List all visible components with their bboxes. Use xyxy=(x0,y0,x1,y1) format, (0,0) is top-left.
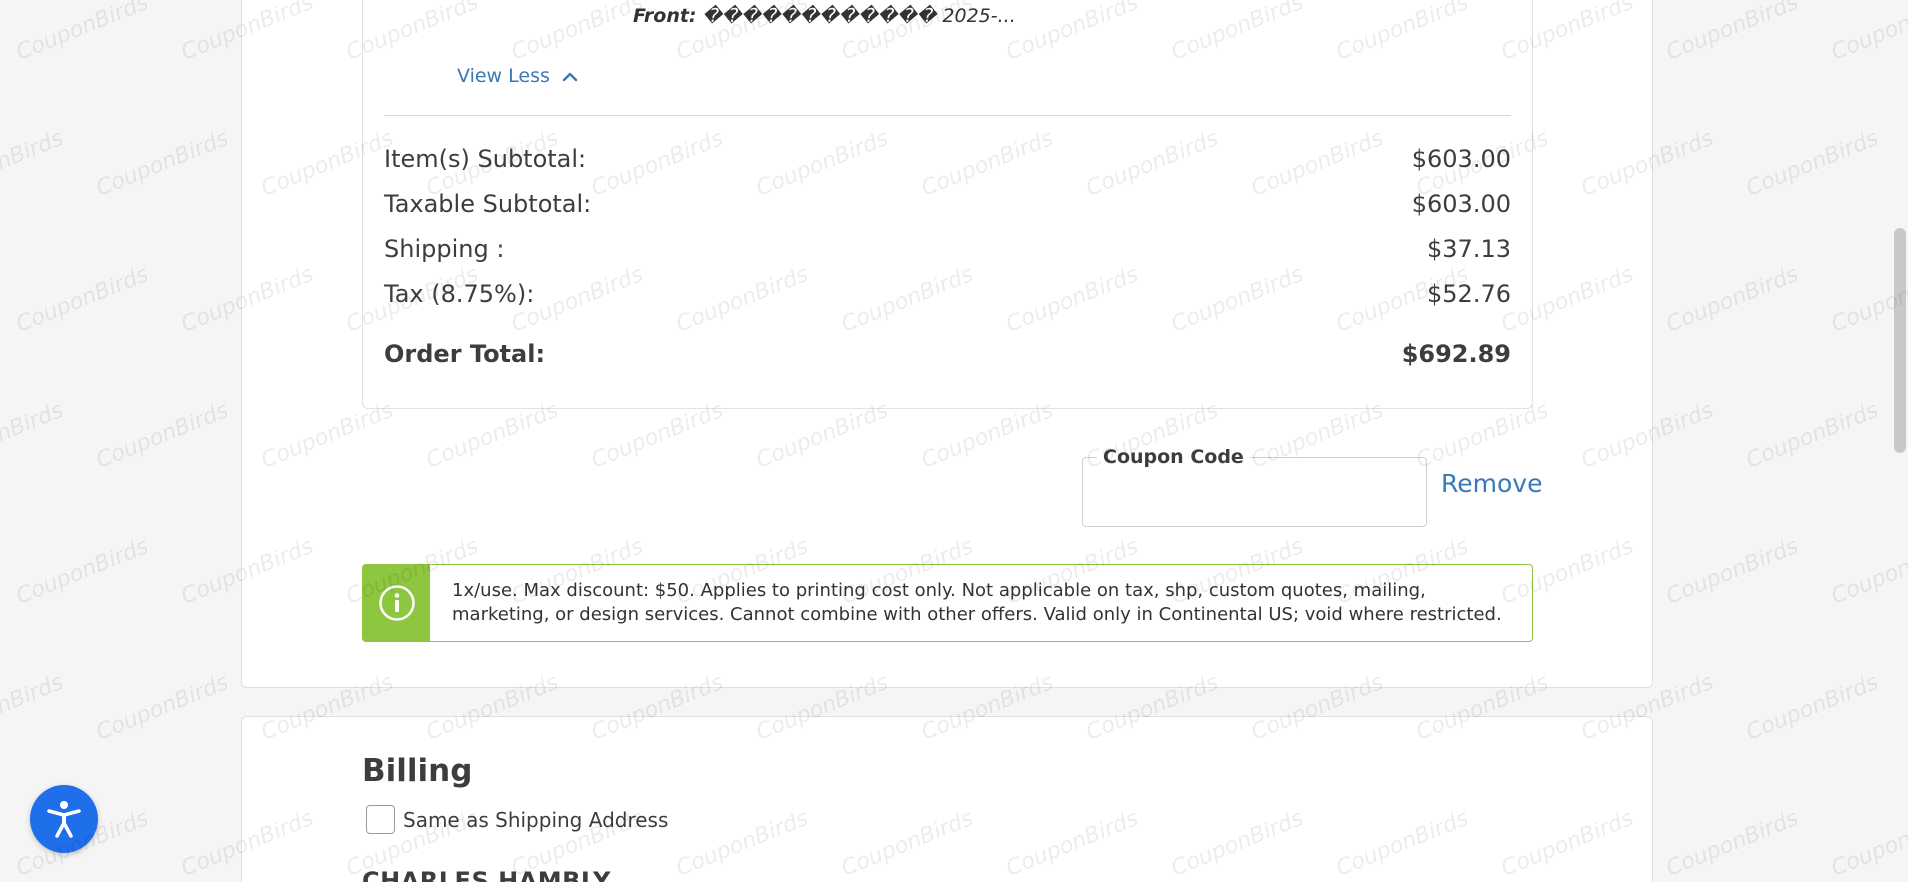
row-value: $603.00 xyxy=(1411,190,1511,218)
summary-row-tax: Tax (8.75%): $52.76 xyxy=(384,280,1511,308)
watermark-text: CouponBirds xyxy=(93,126,232,202)
watermark-text: CouponBirds xyxy=(93,398,232,474)
order-summary-box: Front: ������������ 2025-... View Less I… xyxy=(362,0,1533,409)
row-value: $52.76 xyxy=(1427,280,1511,308)
notice-icon-panel xyxy=(363,565,430,641)
watermark-text: CouponBirds xyxy=(1663,806,1802,882)
front-value: ������������ 2025-... xyxy=(702,5,1016,27)
checkout-page: Front: ������������ 2025-... View Less I… xyxy=(0,0,1908,882)
accessibility-button[interactable] xyxy=(30,785,98,853)
summary-row-items-subtotal: Item(s) Subtotal: $603.00 xyxy=(384,145,1511,173)
watermark-text: CouponBirds xyxy=(1663,534,1802,610)
summary-row-shipping: Shipping : $37.13 xyxy=(384,235,1511,263)
summary-divider xyxy=(384,115,1511,116)
same-as-shipping-checkbox[interactable] xyxy=(366,805,395,834)
coupon-code-label: Coupon Code xyxy=(1097,446,1250,468)
front-label: Front: xyxy=(633,5,697,27)
same-as-shipping-option[interactable]: Same as Shipping Address xyxy=(366,805,668,834)
order-total-value: $692.89 xyxy=(1401,340,1511,368)
row-label: Tax (8.75%): xyxy=(384,280,535,308)
watermark-text: CouponBirds xyxy=(0,398,67,474)
watermark-text: CouponBirds xyxy=(1743,126,1882,202)
watermark-text: CouponBirds xyxy=(0,126,67,202)
row-label: Taxable Subtotal: xyxy=(384,190,592,218)
watermark-text: CouponBirds xyxy=(13,534,152,610)
watermark-text: CouponBirds xyxy=(13,0,152,66)
row-value: $603.00 xyxy=(1411,145,1511,173)
summary-row-order-total: Order Total: $692.89 xyxy=(384,340,1511,368)
watermark-text: CouponBirds xyxy=(1743,398,1882,474)
watermark-text: CouponBirds xyxy=(13,262,152,338)
view-less-link[interactable]: View Less xyxy=(457,65,578,87)
coupon-code-field: Coupon Code xyxy=(1082,446,1427,527)
summary-row-taxable-subtotal: Taxable Subtotal: $603.00 xyxy=(384,190,1511,218)
row-value: $37.13 xyxy=(1427,235,1511,263)
notice-text: 1x/use. Max discount: $50. Applies to pr… xyxy=(452,580,1502,625)
watermark-text: CouponBirds xyxy=(1663,0,1802,66)
same-as-shipping-label: Same as Shipping Address xyxy=(403,807,669,832)
scrollbar-thumb[interactable] xyxy=(1894,228,1906,453)
page-scrollbar[interactable] xyxy=(1892,0,1908,882)
order-total-label: Order Total: xyxy=(384,340,546,368)
watermark-text: CouponBirds xyxy=(1743,670,1882,746)
remove-coupon-link[interactable]: Remove xyxy=(1441,469,1542,498)
coupon-notice: 1x/use. Max discount: $50. Applies to pr… xyxy=(362,564,1533,642)
view-less-label: View Less xyxy=(457,65,550,87)
item-front-line: Front: ������������ 2025-... xyxy=(633,5,1016,27)
row-label: Item(s) Subtotal: xyxy=(384,145,587,173)
watermark-text: CouponBirds xyxy=(1663,262,1802,338)
chevron-up-icon xyxy=(562,72,578,81)
billing-card: Billing Same as Shipping Address CHARLES… xyxy=(241,716,1653,882)
coupon-code-input[interactable] xyxy=(1091,474,1420,520)
row-label: Shipping : xyxy=(384,235,505,263)
order-summary-card: Front: ������������ 2025-... View Less I… xyxy=(241,0,1653,688)
billing-name: CHARLES HAMBLY xyxy=(362,867,611,882)
watermark-text: CouponBirds xyxy=(93,670,232,746)
accessibility-icon xyxy=(47,801,81,838)
info-icon xyxy=(378,585,415,621)
billing-title: Billing xyxy=(362,753,473,789)
watermark-text: CouponBirds xyxy=(0,670,67,746)
